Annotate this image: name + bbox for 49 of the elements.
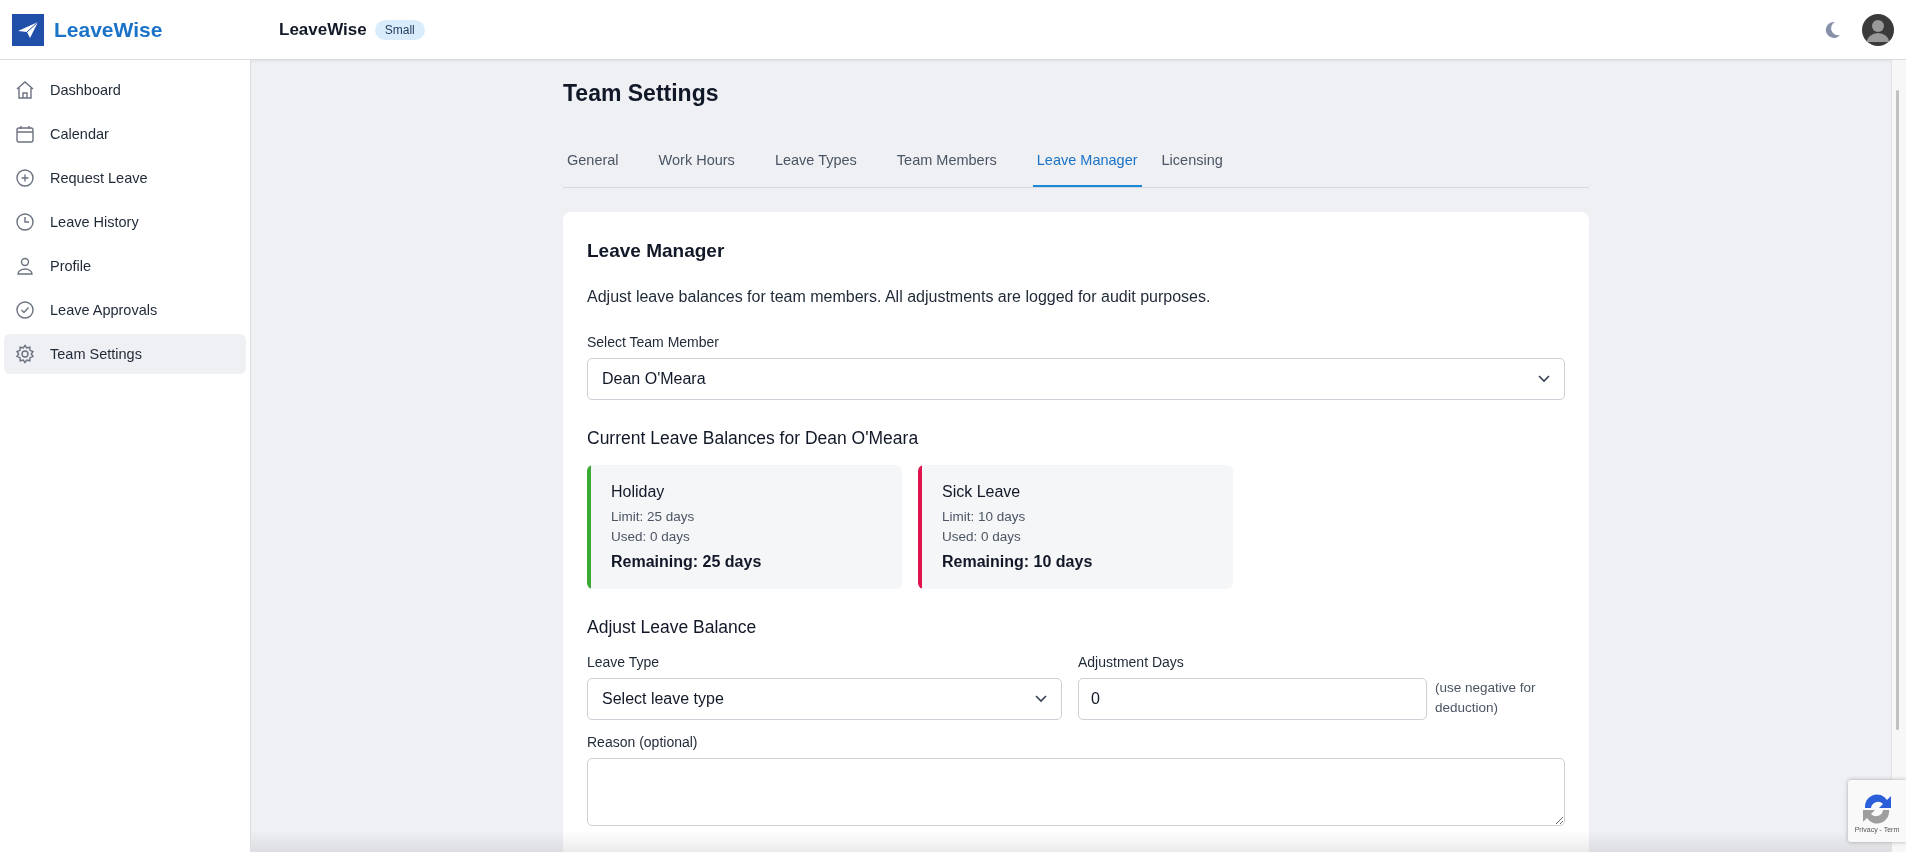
clock-icon <box>14 211 36 233</box>
person-icon <box>14 255 36 277</box>
tab[interactable]: Leave Types <box>770 149 877 187</box>
field-label: Leave Type <box>587 654 661 670</box>
field-label: Select Team Member <box>587 334 720 350</box>
used-text: Used: 0 days <box>611 528 691 546</box>
adjustment-days-input[interactable]: 0 <box>1078 678 1427 720</box>
calendar-icon <box>14 123 36 145</box>
tab[interactable]: Licensing <box>1157 149 1243 187</box>
hint-text: (use negative for deduction) <box>1435 679 1537 717</box>
team-member-dropdown[interactable]: Dean O'Meara <box>587 358 1565 400</box>
sidebar-item[interactable]: Dashboard <box>4 70 246 110</box>
leave-type-name: Holiday <box>611 483 666 501</box>
section-heading: Current Leave Balances for Dean O'Meara <box>587 428 920 449</box>
chevron-down-icon <box>1035 695 1047 703</box>
plan-badge: Small <box>374 19 425 40</box>
field-label: Reason (optional) <box>587 734 699 750</box>
check-badge-icon <box>14 299 36 321</box>
avatar-silhouette[interactable] <box>1862 13 1894 46</box>
description-text: Adjust leave balances for team members. All adjustments are logged for audit purposes. <box>587 288 1212 306</box>
sidebar-item[interactable]: Request Leave <box>4 158 246 198</box>
limit-text: Limit: 10 days <box>942 508 1027 526</box>
tab[interactable]: Work Hours <box>654 149 755 187</box>
sidebar-item[interactable]: Leave Approvals <box>4 290 246 330</box>
sidebar-item[interactable]: Profile <box>4 246 246 286</box>
home-icon <box>14 79 36 101</box>
sidebar-item[interactable]: Leave History <box>4 202 246 242</box>
plus-circle-icon <box>14 167 36 189</box>
field-label: Adjustment Days <box>1078 654 1185 670</box>
remaining-text: Remaining: 25 days <box>611 553 762 571</box>
tab[interactable]: General <box>563 149 639 187</box>
limit-text: Limit: 25 days <box>611 508 696 526</box>
scrollbar-thumb[interactable] <box>1896 90 1899 730</box>
app-name: LeaveWise <box>54 17 163 42</box>
leave-type-dropdown[interactable]: Select leave type <box>587 678 1062 720</box>
remaining-text: Remaining: 10 days <box>942 553 1093 571</box>
tab[interactable]: Leave Manager <box>1032 149 1142 187</box>
chevron-down-icon <box>1538 375 1550 383</box>
page-title: Team Settings <box>563 80 720 107</box>
section-heading: Adjust Leave Balance <box>587 617 758 638</box>
card-title: Leave Manager <box>587 240 726 262</box>
settings-icon <box>14 343 36 365</box>
leave-type-name: Sick Leave <box>942 483 1022 501</box>
paper-plane-logo-icon <box>12 13 44 46</box>
used-text: Used: 0 days <box>942 528 1022 546</box>
header-title: LeaveWise <box>279 19 367 40</box>
tab[interactable]: Team Members <box>892 149 1017 187</box>
sidebar-item[interactable]: Team Settings <box>4 334 246 374</box>
sidebar-item[interactable]: Calendar <box>4 114 246 154</box>
